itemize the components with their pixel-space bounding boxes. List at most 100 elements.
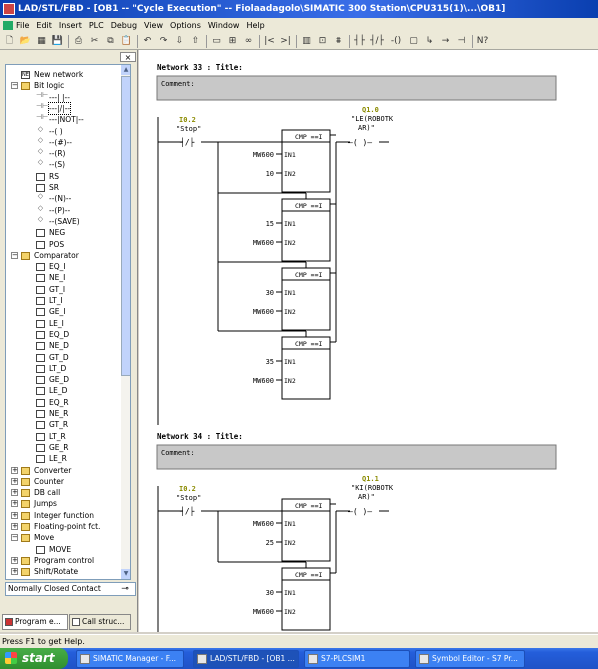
in2-operand[interactable]: MW600 xyxy=(253,308,274,316)
menu-options[interactable]: Options xyxy=(170,21,201,30)
taskbar-task-simatic-manager-f[interactable]: SIMATIC Manager - F... xyxy=(76,650,184,668)
expand-icon[interactable]: + xyxy=(11,511,18,519)
comment-box[interactable] xyxy=(156,75,557,101)
tree-item-eq-r[interactable]: EQ_R xyxy=(6,397,121,408)
tree-item-converter[interactable]: + Converter xyxy=(6,465,121,476)
cmp-box[interactable]: CMP ==I IN1 IN2 30 MW600 xyxy=(253,267,331,331)
nc-contact-icon[interactable]: ┤/├ xyxy=(179,137,195,147)
network-icon[interactable]: ⊞ xyxy=(226,35,239,47)
collapse-icon[interactable]: − xyxy=(11,251,18,259)
tree-item-bit-logic[interactable]: − Bit logic xyxy=(6,80,121,91)
in1-operand[interactable]: 35 xyxy=(266,358,274,366)
help-icon[interactable]: N? xyxy=(476,35,489,47)
tree-item-not[interactable]: ⊣⊢ ---|NOT|-- xyxy=(6,114,121,125)
comment-box[interactable] xyxy=(156,444,557,470)
nc-contact-icon[interactable]: ┤/├ xyxy=(179,506,195,516)
tab-call-structure[interactable]: Call struc... xyxy=(69,614,131,630)
in2-operand[interactable]: 10 xyxy=(266,170,274,178)
branch-open-icon[interactable]: ↳ xyxy=(423,35,436,47)
tree-item-db-call[interactable]: + DB call xyxy=(6,487,121,498)
branch-close-icon[interactable]: → xyxy=(439,35,452,47)
pin-icon[interactable]: ⊸ xyxy=(119,583,131,595)
tree-item-shift-rotate[interactable]: + Shift/Rotate xyxy=(6,566,121,577)
network[interactable]: Network 34 : Title: Comment: I0.2"Stop" ┤/├… xyxy=(156,432,557,632)
expand-icon[interactable]: + xyxy=(11,466,18,474)
tree-item-n[interactable]: ◇ --(N)-- xyxy=(6,193,121,204)
scroll-down-icon[interactable]: ▼ xyxy=(121,569,130,579)
no-contact-icon[interactable]: ┤├ xyxy=(353,35,366,47)
expand-icon[interactable]: + xyxy=(11,500,18,508)
tree-item-save[interactable]: ◇ --(SAVE) xyxy=(6,215,121,227)
tree-item-ge-i[interactable]: GE_I xyxy=(6,306,121,317)
tree-item-lt-d[interactable]: LT_D xyxy=(6,363,121,374)
tree-item-neg[interactable]: NEG xyxy=(6,227,121,238)
tree-item-jumps[interactable]: + Jumps xyxy=(6,498,121,509)
menu-window[interactable]: Window xyxy=(208,21,240,30)
network-header[interactable]: Network 33 : Title: xyxy=(157,63,243,72)
tree-item-ne-i[interactable]: NE_I xyxy=(6,272,121,283)
tab-program-elements[interactable]: Program e... xyxy=(2,614,68,630)
network[interactable]: Network 33 : Title: Comment: I0.2"Stop" ┤/├… xyxy=(156,63,557,425)
in2-operand[interactable]: MW600 xyxy=(253,377,274,385)
new-icon[interactable]: 🗋 xyxy=(3,35,16,47)
tree-item-gt-d[interactable]: GT_D xyxy=(6,352,121,363)
network-header[interactable]: Network 34 : Title: xyxy=(157,432,243,441)
tree-item-ge-r[interactable]: GE_R xyxy=(6,442,121,453)
taskbar-task-lad-stl-fbd-ob1[interactable]: LAD/STL/FBD - [OB1 ... xyxy=(193,650,299,668)
tree-item-move[interactable]: − Move xyxy=(6,532,121,543)
start-button[interactable]: start xyxy=(0,648,68,669)
new-network-icon[interactable]: ⩩ xyxy=(332,35,345,47)
paste-icon[interactable]: 📋 xyxy=(120,35,133,47)
menu-help[interactable]: Help xyxy=(246,21,264,30)
menu-edit[interactable]: Edit xyxy=(36,21,52,30)
tree-item-new-network[interactable]: NE New network xyxy=(6,69,121,80)
tree-item-le-r[interactable]: LE_R xyxy=(6,453,121,464)
tree-item-item[interactable]: ⊣⊢ ---| |-- xyxy=(6,91,121,103)
tree-item-item[interactable]: ◇ --(#)-- xyxy=(6,136,121,148)
tree-item-le-i[interactable]: LE_I xyxy=(6,318,121,329)
collapse-icon[interactable]: − xyxy=(11,82,18,90)
download-icon[interactable]: ⇩ xyxy=(173,35,186,47)
taskbar-task-symbol-editor-s7-pr[interactable]: Symbol Editor - S7 Pr... xyxy=(415,650,525,668)
cmp-box[interactable]: CMP ==I IN1 IN2 MW600 25 xyxy=(253,498,331,562)
collapse-icon[interactable]: − xyxy=(11,534,18,542)
nc-contact-icon[interactable]: ┤/├ xyxy=(369,35,385,47)
menu-view[interactable]: View xyxy=(144,21,163,30)
cmp-box[interactable]: CMP ==I IN1 IN2 30 MW600 xyxy=(253,567,331,631)
in1-operand[interactable]: 30 xyxy=(266,589,274,597)
tree-scrollbar[interactable]: ▲ ▼ xyxy=(121,65,130,579)
prev-icon[interactable]: |< xyxy=(263,35,276,47)
tree-item-sr[interactable]: SR xyxy=(6,182,121,193)
tree-item-s[interactable]: ◇ --(S) xyxy=(6,159,121,170)
window-title-bar[interactable]: LAD/STL/FBD - [OB1 -- "Cycle Execution" … xyxy=(0,0,598,18)
tree-item-eq-d[interactable]: EQ_D xyxy=(6,329,121,340)
in1-operand[interactable]: 30 xyxy=(266,289,274,297)
redo-icon[interactable]: ↷ xyxy=(157,35,170,47)
tree-item-r[interactable]: ◇ --(R) xyxy=(6,148,121,159)
tree-item-le-d[interactable]: LE_D xyxy=(6,385,121,396)
in2-operand[interactable]: MW600 xyxy=(253,608,274,616)
connection-icon[interactable]: ⊣ xyxy=(455,35,468,47)
tree-item-p[interactable]: ◇ --(P)-- xyxy=(6,204,121,216)
print-icon[interactable]: ⎙ xyxy=(72,35,85,47)
coil-icon[interactable]: -() xyxy=(388,35,404,47)
open-icon[interactable]: 📂 xyxy=(19,35,32,47)
upload-icon[interactable]: ⇧ xyxy=(189,35,202,47)
monitor-icon[interactable]: ▭ xyxy=(210,35,223,47)
cut-icon[interactable]: ✂ xyxy=(88,35,101,47)
cmp-box[interactable]: CMP ==I IN1 IN2 MW600 10 xyxy=(253,129,331,193)
ladder-diagram[interactable]: Network 33 : Title:Comment:I0.2"Stop"┤/├… xyxy=(139,50,598,632)
glasses-icon[interactable]: ∞ xyxy=(242,35,255,47)
menu-insert[interactable]: Insert xyxy=(59,21,82,30)
tree-item-floating-point-fct[interactable]: + Floating-point fct. xyxy=(6,521,121,532)
undo-icon[interactable]: ↶ xyxy=(141,35,154,47)
tree-item-gt-i[interactable]: GT_I xyxy=(6,284,121,295)
menu-debug[interactable]: Debug xyxy=(111,21,137,30)
menu-app-icon[interactable] xyxy=(3,21,13,30)
tree-item-rs[interactable]: RS xyxy=(6,171,121,182)
expand-icon[interactable]: + xyxy=(11,477,18,485)
in2-operand[interactable]: 25 xyxy=(266,539,274,547)
coil-icon[interactable]: —( )— xyxy=(348,507,372,516)
scroll-up-icon[interactable]: ▲ xyxy=(121,65,130,75)
tree-item-integer-function[interactable]: + Integer function xyxy=(6,510,121,521)
